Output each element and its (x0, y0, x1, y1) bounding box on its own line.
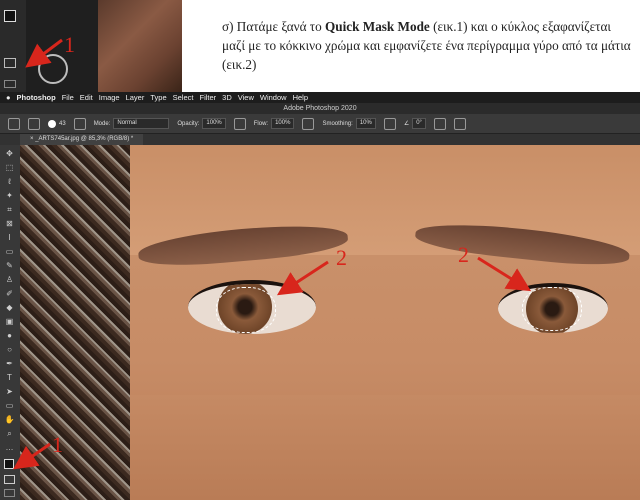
arrow-top-1 (25, 38, 63, 68)
arrow-right-eye (477, 256, 532, 292)
arrow-left-eye (276, 260, 329, 296)
arrow-bottom-1 (13, 442, 51, 470)
annotation-arrows (13, 38, 532, 470)
